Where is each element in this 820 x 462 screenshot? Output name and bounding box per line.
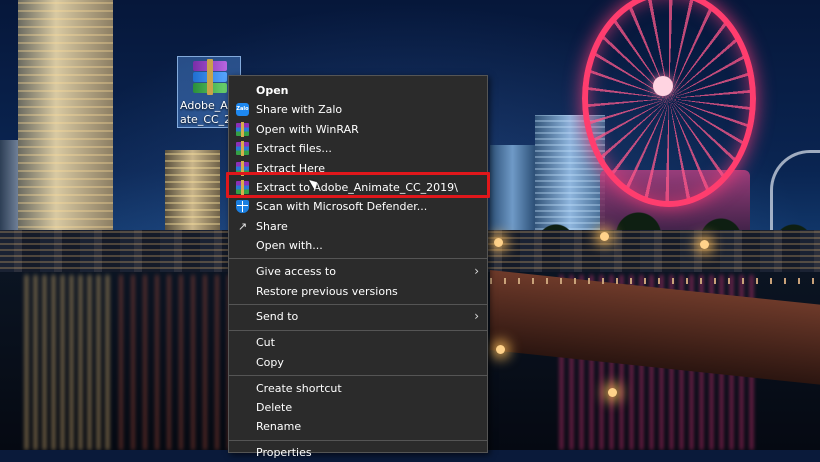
defender-icon — [236, 200, 249, 214]
menu-separator — [229, 329, 487, 331]
menu-item-label: Give access to — [256, 265, 336, 279]
menu-item-rename[interactable]: Rename — [229, 417, 487, 436]
menu-item-open-with[interactable]: Open with... — [229, 236, 487, 255]
landmark-tower — [18, 0, 113, 260]
menu-item-give-access-to[interactable]: Give access to › — [229, 262, 487, 281]
menu-item-restore-previous-versions[interactable]: Restore previous versions — [229, 282, 487, 301]
menu-item-scan-with-microsoft-defender[interactable]: Scan with Microsoft Defender... — [229, 197, 487, 216]
chevron-right-icon: › — [474, 264, 479, 279]
menu-item-delete[interactable]: Delete — [229, 398, 487, 417]
menu-item-label: Properties — [256, 446, 312, 460]
menu-separator — [229, 439, 487, 441]
share-icon: ↗ — [237, 219, 248, 233]
water-reflection — [25, 275, 115, 450]
menu-item-create-shortcut[interactable]: Create shortcut — [229, 379, 487, 398]
ferris-wheel-hub — [653, 76, 673, 96]
highlight-box — [226, 172, 490, 198]
menu-separator — [229, 374, 487, 376]
menu-item-label: Open with WinRAR — [256, 122, 359, 136]
menu-item-label: Rename — [256, 420, 302, 434]
winrar-archive-icon — [193, 59, 227, 95]
menu-item-label: Scan with Microsoft Defender... — [256, 200, 428, 214]
zalo-icon: Zalo — [236, 103, 249, 117]
water-reflection — [120, 275, 230, 450]
menu-item-share[interactable]: ↗ Share — [229, 217, 487, 236]
menu-item-label: Open with... — [256, 239, 323, 253]
menu-item-label: Cut — [256, 336, 275, 350]
street-lamp — [496, 345, 505, 354]
menu-item-label: Share with Zalo — [256, 103, 343, 117]
menu-item-label: Create shortcut — [256, 381, 342, 395]
menu-separator — [229, 258, 487, 260]
menu-item-properties[interactable]: Properties — [229, 443, 487, 462]
menu-item-cut[interactable]: Cut — [229, 333, 487, 352]
menu-separator — [229, 303, 487, 305]
menu-item-send-to[interactable]: Send to › — [229, 307, 487, 326]
menu-item-label: Delete — [256, 401, 293, 414]
menu-item-label: Extract files... — [256, 142, 332, 156]
menu-item-open[interactable]: Open — [229, 81, 487, 100]
menu-item-label: Send to — [256, 310, 299, 324]
menu-item-open-with-winrar[interactable]: Open with WinRAR — [229, 120, 487, 139]
street-lamp — [700, 240, 709, 249]
street-lamp — [608, 388, 617, 397]
menu-item-label: Share — [256, 219, 288, 233]
context-menu: Open Zalo Share with Zalo Open with WinRAR E… — [228, 75, 488, 459]
winrar-icon — [236, 141, 249, 157]
menu-item-share-with-zalo[interactable]: Zalo Share with Zalo — [229, 100, 487, 119]
menu-item-label: Open — [256, 84, 289, 97]
menu-item-label: Copy — [256, 355, 284, 369]
street-lamp — [600, 232, 609, 241]
ferris-wheel — [582, 0, 756, 207]
menu-item-label: Restore previous versions — [256, 284, 398, 298]
winrar-icon — [236, 121, 249, 137]
chevron-right-icon: › — [474, 309, 479, 324]
railing — [490, 278, 820, 284]
menu-item-copy[interactable]: Copy — [229, 353, 487, 372]
menu-item-extract-files[interactable]: Extract files... — [229, 139, 487, 158]
